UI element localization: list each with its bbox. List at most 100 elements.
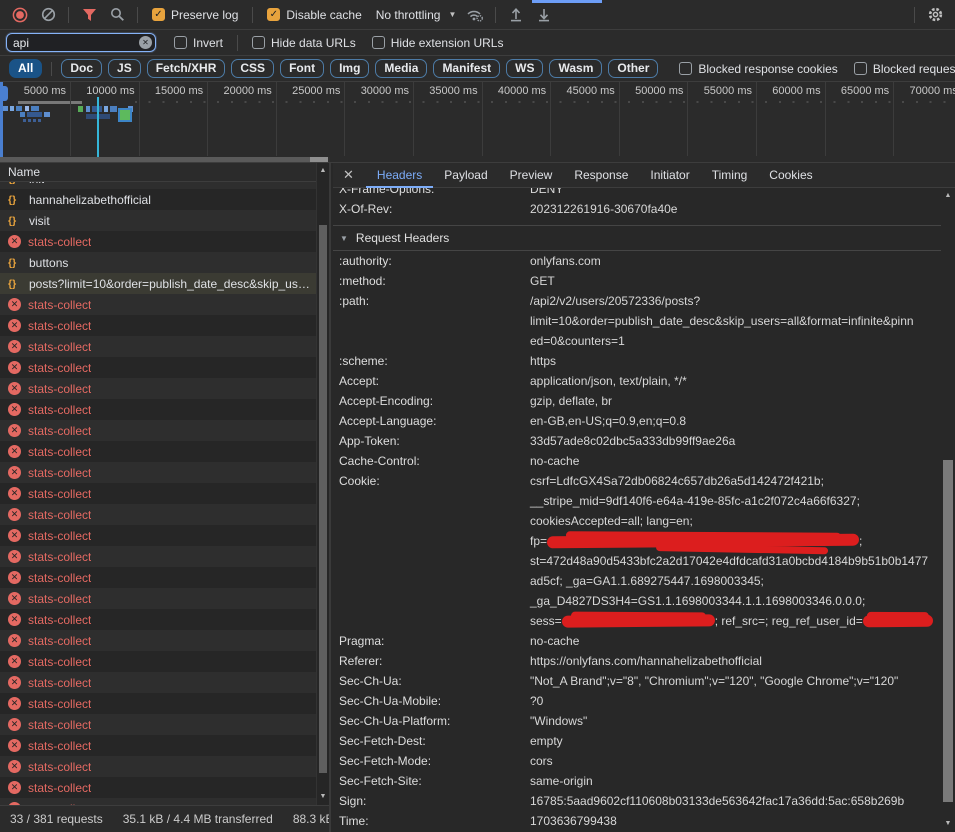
network-conditions-icon[interactable]: [464, 4, 486, 26]
header-name: :method:: [339, 271, 530, 291]
invert-checkbox[interactable]: Invert: [174, 36, 223, 50]
filter-pill-img[interactable]: Img: [330, 59, 369, 78]
scroll-down-icon[interactable]: ▼: [317, 791, 329, 803]
blocked-request-icon: ✕: [8, 445, 21, 458]
request-row[interactable]: ✕stats-collect: [0, 798, 316, 805]
checkbox-blocked-response-cookies[interactable]: Blocked response cookies: [679, 62, 837, 76]
filter-input[interactable]: [6, 33, 156, 52]
json-file-icon: {}: [8, 215, 22, 227]
request-row[interactable]: {}buttons: [0, 252, 316, 273]
header-name: Sec-Ch-Ua-Mobile:: [339, 691, 530, 711]
request-row[interactable]: ✕stats-collect: [0, 294, 316, 315]
scrollbar-thumb[interactable]: [943, 460, 953, 802]
header-value: onlyfans.com: [530, 251, 941, 271]
clear-filter-icon[interactable]: ✕: [139, 36, 152, 49]
request-headers-section[interactable]: ▼ Request Headers: [333, 225, 941, 251]
hide-extension-urls-checkbox[interactable]: Hide extension URLs: [372, 36, 504, 50]
request-row[interactable]: {}init: [0, 182, 316, 189]
request-row[interactable]: ✕stats-collect: [0, 231, 316, 252]
tab-initiator[interactable]: Initiator: [639, 163, 700, 188]
tab-timing[interactable]: Timing: [701, 163, 759, 188]
settings-gear-icon[interactable]: [924, 4, 946, 26]
request-row[interactable]: ✕stats-collect: [0, 525, 316, 546]
tab-preview[interactable]: Preview: [499, 163, 564, 188]
header-name: Accept:: [339, 371, 530, 391]
request-row[interactable]: ✕stats-collect: [0, 651, 316, 672]
blocked-request-icon: ✕: [8, 697, 21, 710]
hide-data-urls-checkbox[interactable]: Hide data URLs: [252, 36, 356, 50]
header-row: App-Token:33d57ade8c02dbc5a333db99ff9ae2…: [333, 431, 941, 451]
request-row[interactable]: ✕stats-collect: [0, 546, 316, 567]
request-row[interactable]: ✕stats-collect: [0, 420, 316, 441]
request-row[interactable]: ✕stats-collect: [0, 756, 316, 777]
tab-payload[interactable]: Payload: [433, 163, 498, 188]
close-icon[interactable]: ✕: [343, 167, 354, 183]
header-name: Cache-Control:: [339, 451, 530, 471]
header-value: ?0: [530, 691, 941, 711]
timeline-tick-label: 70000 ms: [884, 85, 955, 97]
filter-pill-ws[interactable]: WS: [506, 59, 543, 78]
request-row[interactable]: ✕stats-collect: [0, 672, 316, 693]
requests-scrollbar[interactable]: ▲ ▼: [316, 163, 329, 805]
request-row[interactable]: ✕stats-collect: [0, 462, 316, 483]
filter-icon[interactable]: [78, 4, 100, 26]
request-row[interactable]: ✕stats-collect: [0, 609, 316, 630]
clear-icon[interactable]: [37, 4, 59, 26]
filter-pill-manifest[interactable]: Manifest: [433, 59, 500, 78]
scrollbar-thumb[interactable]: [0, 157, 310, 162]
filter-pill-css[interactable]: CSS: [231, 59, 274, 78]
request-row[interactable]: ✕stats-collect: [0, 399, 316, 420]
resource-type-filter-bar: All Doc JS Fetch/XHR CSS Font Img Media Manifest…: [0, 56, 955, 82]
filter-pill-js[interactable]: JS: [108, 59, 141, 78]
scrollbar-thumb[interactable]: [319, 225, 327, 773]
timeline-tick-label: 65000 ms: [815, 85, 889, 97]
details-scrollbar[interactable]: ▲ ▼: [941, 188, 955, 832]
request-row[interactable]: ✕stats-collect: [0, 483, 316, 504]
filter-pill-doc[interactable]: Doc: [61, 59, 102, 78]
name-column-header[interactable]: Name: [0, 163, 329, 182]
filter-pill-font[interactable]: Font: [280, 59, 324, 78]
filter-pill-all[interactable]: All: [9, 59, 42, 78]
request-name: stats-collect: [28, 613, 91, 627]
request-row[interactable]: ✕stats-collect: [0, 735, 316, 756]
preserve-log-checkbox[interactable]: ✓ Preserve log: [152, 8, 238, 22]
request-row[interactable]: ✕stats-collect: [0, 714, 316, 735]
waterfall-bar: [104, 106, 108, 112]
disable-cache-checkbox[interactable]: ✓ Disable cache: [267, 8, 361, 22]
request-row[interactable]: ✕stats-collect: [0, 777, 316, 798]
scroll-up-icon[interactable]: ▲: [317, 165, 329, 177]
request-row[interactable]: ✕stats-collect: [0, 378, 316, 399]
header-value: cors: [530, 751, 941, 771]
request-row[interactable]: {}posts?limit=10&order=publish_date_desc…: [0, 273, 316, 294]
request-row[interactable]: ✕stats-collect: [0, 630, 316, 651]
filter-pill-media[interactable]: Media: [375, 59, 427, 78]
timeline-overview[interactable]: 5000 ms10000 ms15000 ms20000 ms25000 ms3…: [0, 82, 955, 163]
request-name: stats-collect: [28, 361, 91, 375]
filter-pill-other[interactable]: Other: [608, 59, 658, 78]
request-row[interactable]: ✕stats-collect: [0, 567, 316, 588]
record-icon[interactable]: [9, 4, 31, 26]
request-row[interactable]: ✕stats-collect: [0, 504, 316, 525]
export-har-icon[interactable]: [533, 4, 555, 26]
tab-cookies[interactable]: Cookies: [758, 163, 823, 188]
scroll-up-icon[interactable]: ▲: [941, 190, 955, 202]
tab-response[interactable]: Response: [563, 163, 639, 188]
request-row[interactable]: ✕stats-collect: [0, 315, 316, 336]
search-icon[interactable]: [106, 4, 128, 26]
request-row[interactable]: ✕stats-collect: [0, 336, 316, 357]
tab-headers[interactable]: Headers: [366, 163, 433, 188]
request-row[interactable]: {}visit: [0, 210, 316, 231]
filter-pill-fetch-xhr[interactable]: Fetch/XHR: [147, 59, 226, 78]
timeline-tick-label: 15000 ms: [129, 85, 203, 97]
throttling-dropdown[interactable]: No throttling ▼: [376, 8, 457, 22]
timeline-scrollbar[interactable]: [0, 157, 330, 162]
checkbox-blocked-requests[interactable]: Blocked requests: [854, 62, 955, 76]
scroll-down-icon[interactable]: ▼: [941, 818, 955, 830]
request-row[interactable]: ✕stats-collect: [0, 357, 316, 378]
request-row[interactable]: ✕stats-collect: [0, 441, 316, 462]
filter-pill-wasm[interactable]: Wasm: [549, 59, 602, 78]
import-har-icon[interactable]: [505, 4, 527, 26]
request-row[interactable]: {}hannahelizabethofficial: [0, 189, 316, 210]
request-row[interactable]: ✕stats-collect: [0, 588, 316, 609]
request-row[interactable]: ✕stats-collect: [0, 693, 316, 714]
